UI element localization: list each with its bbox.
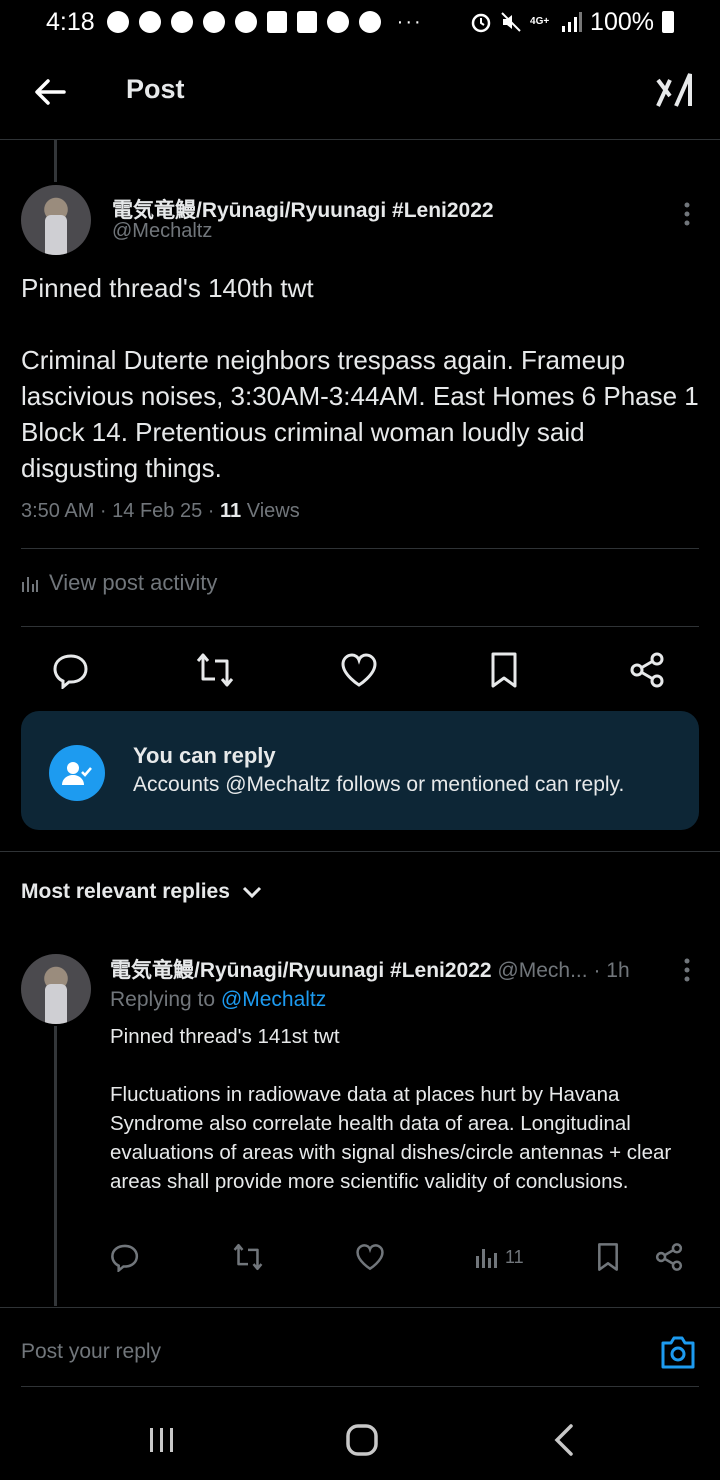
view-post-activity-label: View post activity — [49, 570, 218, 595]
reply-permission-title: You can reply — [133, 743, 276, 768]
system-icons: 4G+ 100% — [470, 8, 674, 37]
reply-compose-input[interactable]: Post your reply — [21, 1340, 161, 1364]
views-label: Views — [241, 500, 300, 522]
game-icon — [138, 11, 161, 33]
home-icon[interactable] — [342, 1422, 382, 1458]
replying-to-prefix: Replying to — [110, 988, 221, 1011]
replies-sort-dropdown[interactable]: Most relevant replies — [21, 880, 262, 904]
spotify-icon — [106, 11, 129, 33]
like-button[interactable] — [339, 648, 379, 692]
heart-icon — [341, 653, 377, 687]
game-icon — [202, 11, 225, 33]
repost-button[interactable] — [195, 648, 235, 692]
status-bar: 4:18 ··· 4G+ 100% — [0, 0, 720, 44]
post-metadata: 3:50 AM · 14 Feb 25 · 11 Views — [21, 500, 300, 523]
page-title: Post — [126, 74, 185, 104]
divider — [21, 1386, 699, 1387]
grok-icon[interactable] — [656, 70, 696, 112]
back-icon[interactable] — [545, 1422, 585, 1458]
reply-text: Pinned thread's 141st twt Fluctuations i… — [110, 1022, 700, 1196]
sort-label: Most relevant replies — [21, 880, 230, 903]
network-type: 4G+ — [530, 16, 550, 27]
bookmark-icon — [491, 652, 517, 688]
share-button[interactable] — [627, 648, 667, 692]
more-options-icon[interactable] — [684, 958, 690, 982]
tiktok-icon — [326, 11, 349, 33]
user-check-icon — [62, 762, 92, 785]
shop-icon — [296, 11, 317, 33]
reply-icon — [53, 654, 88, 689]
reply-permission-badge — [49, 745, 105, 801]
views-count: 11 — [220, 500, 242, 522]
author-handle[interactable]: @Mechaltz — [112, 220, 212, 243]
reply-icon — [111, 1244, 139, 1272]
reply-author-handle[interactable]: @Mech... — [492, 959, 587, 982]
reply-header: 電気竜鰻/Ryūnagi/Ryuunagi #Leni2022 @Mech...… — [110, 954, 670, 984]
game-icon — [170, 11, 193, 33]
repost-icon — [233, 1243, 263, 1271]
signal-icon — [562, 12, 583, 32]
battery-percent: 100% — [590, 7, 654, 36]
replying-to: Replying to @Mechaltz — [110, 988, 326, 1012]
repost-button[interactable] — [232, 1237, 264, 1277]
reply-time: · 1h — [587, 959, 630, 982]
thread-connector — [54, 140, 57, 182]
bookmark-icon — [598, 1243, 618, 1271]
analytics-icon — [476, 1249, 497, 1268]
divider — [21, 548, 699, 549]
post-text-body: Criminal Duterte neighbors trespass agai… — [21, 345, 699, 483]
reply-button[interactable] — [51, 648, 91, 692]
like-button[interactable] — [355, 1237, 385, 1277]
facebook-icon — [266, 11, 287, 33]
reply-actions: 11 — [0, 1237, 720, 1277]
reply-author-name[interactable]: 電気竜鰻/Ryūnagi/Ryuunagi #Leni2022 — [110, 959, 492, 982]
reply-text-line: Pinned thread's 141st twt — [110, 1025, 340, 1048]
recent-apps-icon[interactable] — [142, 1422, 182, 1458]
notification-icons: ··· — [106, 10, 423, 34]
alarm-icon — [471, 13, 491, 33]
battery-icon — [662, 11, 674, 33]
divider — [0, 1307, 720, 1308]
post-timestamp[interactable]: 3:50 AM · 14 Feb 25 · — [21, 500, 220, 522]
tiktok-icon — [358, 11, 381, 33]
post-text-line: Pinned thread's 140th twt — [21, 273, 314, 303]
bookmark-button[interactable] — [596, 1237, 620, 1277]
bookmark-button[interactable] — [484, 648, 524, 692]
heart-icon — [356, 1244, 384, 1271]
views-button[interactable]: 11 — [475, 1237, 524, 1277]
analytics-icon — [22, 577, 38, 592]
post-text: Pinned thread's 140th twt Criminal Duter… — [21, 270, 701, 486]
reply-button[interactable] — [110, 1237, 140, 1277]
replying-to-mention[interactable]: @Mechaltz — [221, 988, 326, 1011]
overflow-icon: ··· — [396, 10, 423, 33]
divider — [0, 851, 720, 852]
game-icon — [234, 11, 257, 33]
share-button[interactable] — [654, 1237, 684, 1277]
status-time: 4:18 — [46, 7, 95, 36]
reply-permission-notice: You can reply Accounts @Mechaltz follows… — [21, 711, 699, 830]
repost-icon — [196, 653, 234, 687]
reply-permission-subtitle: Accounts @Mechaltz follows or mentioned … — [133, 773, 625, 796]
system-nav-bar — [0, 1400, 720, 1480]
camera-icon[interactable] — [660, 1334, 696, 1370]
view-post-activity[interactable]: View post activity — [21, 570, 217, 596]
reply-views-count: 11 — [505, 1246, 524, 1267]
post-actions — [0, 648, 720, 692]
mute-icon — [501, 12, 521, 32]
share-icon — [655, 1243, 683, 1271]
avatar[interactable] — [21, 185, 91, 255]
divider — [21, 626, 699, 627]
chevron-down-icon — [242, 886, 261, 899]
top-app-bar: Post — [0, 44, 720, 140]
share-icon — [630, 652, 664, 688]
reply-text-body: Fluctuations in radiowave data at places… — [110, 1083, 672, 1193]
back-arrow-icon[interactable] — [30, 72, 70, 112]
avatar[interactable] — [21, 954, 91, 1024]
more-options-icon[interactable] — [684, 202, 690, 226]
